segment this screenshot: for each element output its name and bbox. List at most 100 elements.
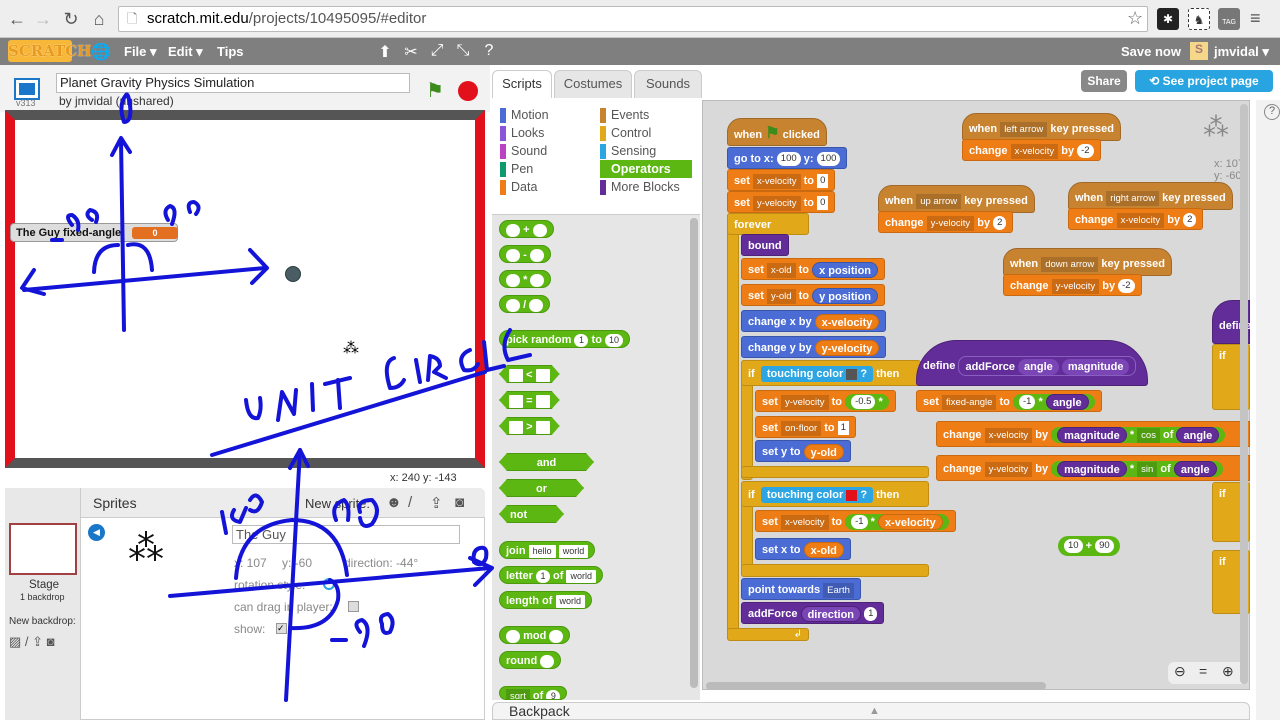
tab-costumes[interactable]: Costumes	[554, 70, 632, 98]
set-y-old-block[interactable]: set y-old to y position	[741, 284, 886, 306]
subtract-block[interactable]: -	[499, 245, 551, 263]
user-menu[interactable]: jmvidal ▾	[1214, 44, 1269, 60]
category-operators[interactable]: Operators	[600, 160, 692, 178]
change-velocity-block[interactable]: change x-velocity by -2	[962, 139, 1101, 161]
globe-icon[interactable]: 🌐	[90, 42, 112, 62]
change-y-velocity-force-block[interactable]: change y-velocity by magnitude * sin of …	[936, 455, 1250, 481]
category-motion[interactable]: Motion	[500, 106, 590, 124]
color-swatch-red[interactable]	[846, 489, 858, 501]
and-block[interactable]: and	[499, 453, 594, 471]
palette-scrollbar[interactable]	[690, 218, 698, 688]
star-icon[interactable]: ☆	[1127, 8, 1143, 29]
when-key-pressed-block[interactable]: when down arrow key pressed	[1003, 248, 1172, 276]
back-icon[interactable]: ←	[6, 8, 28, 30]
stage-thumbnail[interactable]	[9, 523, 77, 575]
category-sensing[interactable]: Sensing	[600, 142, 692, 160]
show-checkbox[interactable]: ✓	[276, 623, 287, 634]
cut-icon[interactable]: ✂	[400, 42, 422, 62]
set-x-old-block[interactable]: set x-old to x position	[741, 258, 886, 280]
help-icon[interactable]: ?	[478, 42, 500, 60]
category-sound[interactable]: Sound	[500, 142, 590, 160]
menu-icon[interactable]: ≡	[1250, 8, 1261, 29]
forward-icon[interactable]: →	[32, 8, 54, 30]
help-icon[interactable]: ?	[1264, 104, 1280, 120]
add-block[interactable]: +	[499, 220, 554, 238]
set-on-floor-block[interactable]: set on-floor to 1	[755, 416, 856, 438]
when-flag-clicked-block[interactable]: when ⚑ clicked	[727, 118, 827, 146]
letter-of-block[interactable]: letter 1 of world	[499, 566, 603, 584]
mod-block[interactable]: mod	[499, 626, 571, 644]
sprite-library-icon[interactable]: ☻	[386, 494, 402, 511]
loose-add-block[interactable]: 10 + 90	[1058, 536, 1120, 556]
zoom-in-icon[interactable]: ⊕	[1222, 663, 1234, 680]
can-drag-checkbox[interactable]	[348, 601, 359, 612]
change-x-block[interactable]: change x by x-velocity	[741, 310, 887, 332]
when-key-pressed-block[interactable]: when left arrow key pressed	[962, 113, 1121, 141]
category-looks[interactable]: Looks	[500, 124, 590, 142]
set-fixed-angle-block[interactable]: set fixed-angle to -1 * angle	[916, 390, 1102, 412]
save-now-link[interactable]: Save now	[1121, 44, 1181, 59]
menu-edit[interactable]: Edit ▾	[168, 44, 203, 60]
round-block[interactable]: round	[499, 651, 562, 669]
if-touching-dark-block[interactable]: if touching color ? then	[741, 360, 921, 386]
go-to-xy-block[interactable]: go to x: 100 y: 100	[727, 147, 848, 169]
rotation-all-around-radio[interactable]	[323, 578, 335, 590]
scratch-logo[interactable]: SCRATCH	[8, 40, 91, 62]
set-x-to-block[interactable]: set x to x-old	[755, 538, 851, 560]
backpack-bar[interactable]: Backpack ▲	[492, 702, 1250, 720]
change-velocity-block[interactable]: change y-velocity by -2	[1003, 274, 1142, 296]
color-swatch-dark[interactable]	[846, 368, 858, 380]
paint-backdrop-icon[interactable]: /	[25, 634, 29, 649]
length-of-block[interactable]: length of world	[499, 591, 593, 609]
equals-block[interactable]: =	[499, 391, 560, 409]
forever-block[interactable]: forever	[727, 213, 809, 235]
upload-backdrop-icon[interactable]: ⇪	[32, 634, 43, 649]
menu-file[interactable]: File ▾	[124, 44, 157, 60]
menu-tips[interactable]: Tips	[217, 44, 244, 59]
guy-sprite-on-stage[interactable]: ⁂	[343, 338, 359, 358]
bound-block[interactable]: bound	[741, 234, 789, 256]
presentation-mode-icon[interactable]	[14, 78, 40, 100]
expand-arrow-icon[interactable]: ▲	[869, 703, 880, 720]
camera-backdrop-icon[interactable]: ◙	[47, 634, 55, 649]
set-y-velocity-block[interactable]: set y-velocity to 0	[727, 191, 836, 213]
paint-sprite-icon[interactable]: /	[408, 494, 412, 511]
when-key-pressed-block[interactable]: when right arrow key pressed	[1068, 182, 1233, 210]
join-block[interactable]: join hello world	[499, 541, 596, 559]
shrink-icon[interactable]: ⤡	[452, 42, 474, 60]
project-title-input[interactable]: Planet Gravity Physics Simulation	[56, 73, 410, 93]
sprite-name-input[interactable]: The Guy	[232, 525, 460, 544]
upload-sprite-icon[interactable]: ⇪	[430, 494, 443, 512]
stage[interactable]	[5, 110, 485, 468]
sqrt-block[interactable]: sqrt of 9	[499, 686, 568, 700]
extension-icon[interactable]: ✱	[1157, 8, 1179, 30]
set-y-to-block[interactable]: set y to y-old	[755, 440, 851, 462]
less-than-block[interactable]: <	[499, 365, 560, 383]
evernote-icon[interactable]: ♞	[1188, 8, 1210, 30]
see-project-page-button[interactable]: ⟲ See project page	[1135, 70, 1273, 92]
tab-scripts[interactable]: Scripts	[492, 70, 552, 98]
change-x-velocity-force-block[interactable]: change x-velocity by magnitude * cos of …	[936, 421, 1250, 447]
category-data[interactable]: Data	[500, 178, 590, 196]
when-key-pressed-block[interactable]: when up arrow key pressed	[878, 185, 1035, 213]
user-avatar[interactable]: S	[1190, 42, 1208, 60]
tab-sounds[interactable]: Sounds	[634, 70, 702, 98]
change-y-block[interactable]: change y by y-velocity	[741, 336, 887, 358]
category-more-blocks[interactable]: More Blocks	[600, 178, 692, 196]
if-touching-red-block[interactable]: if touching color ? then	[741, 481, 929, 507]
sprite-info-back-icon[interactable]: ◀	[88, 524, 105, 541]
divide-block[interactable]: /	[499, 295, 551, 313]
earth-sprite[interactable]	[285, 266, 301, 282]
scripts-vertical-scrollbar[interactable]	[1240, 104, 1248, 684]
grow-icon[interactable]: ⤢	[426, 42, 448, 60]
green-flag-icon[interactable]: ⚑	[426, 78, 444, 103]
scripts-horizontal-scrollbar[interactable]	[706, 682, 1046, 690]
set-x-velocity-bounce-block[interactable]: set x-velocity to -1 * x-velocity	[755, 510, 956, 532]
greater-than-block[interactable]: >	[499, 417, 560, 435]
tag-icon[interactable]: TAG	[1218, 8, 1240, 30]
point-towards-block[interactable]: point towards Earth	[741, 578, 861, 600]
zoom-out-icon[interactable]: ⊖	[1174, 663, 1186, 680]
home-icon[interactable]: ⌂	[88, 8, 110, 30]
category-events[interactable]: Events	[600, 106, 692, 124]
not-block[interactable]: not	[499, 505, 564, 523]
